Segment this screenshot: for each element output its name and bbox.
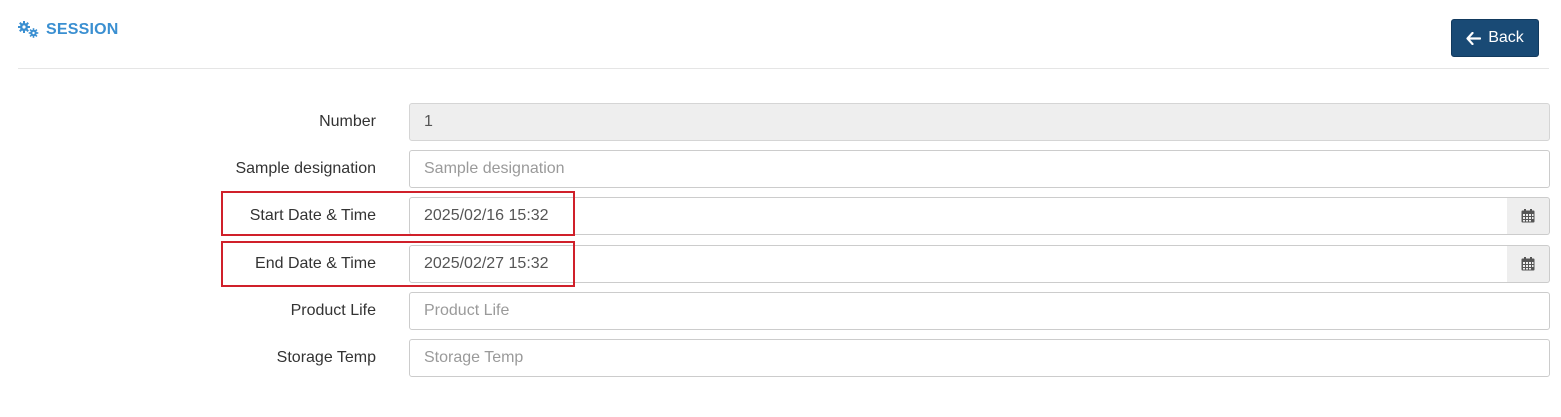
storage-temp-row: Storage Temp [0,339,1561,377]
number-label: Number [319,113,376,130]
sample-designation-label: Sample designation [235,160,376,177]
page-header: SESSION Back [18,0,1549,69]
arrow-left-icon [1466,31,1482,45]
start-datetime-input[interactable] [409,197,1508,235]
number-field [409,103,1550,141]
product-life-row: Product Life [0,292,1561,330]
product-life-label: Product Life [290,302,376,319]
start-datetime-calendar-button[interactable] [1507,197,1550,235]
end-datetime-input[interactable] [409,245,1508,283]
start-datetime-row: Start Date & Time [0,197,1561,235]
end-datetime-label: End Date & Time [255,255,376,272]
page-title-text: SESSION [46,21,119,38]
calendar-icon [1521,257,1535,271]
product-life-input[interactable] [409,292,1550,330]
end-datetime-calendar-button[interactable] [1507,245,1550,283]
calendar-icon [1521,209,1535,223]
end-datetime-row: End Date & Time [0,245,1561,283]
sample-designation-row: Sample designation [0,150,1561,188]
back-button[interactable]: Back [1451,19,1539,57]
number-row: Number [0,103,1561,141]
sample-designation-input[interactable] [409,150,1550,188]
storage-temp-label: Storage Temp [276,349,376,366]
storage-temp-input[interactable] [409,339,1550,377]
gears-icon [18,21,39,38]
page-title: SESSION [18,21,119,39]
start-datetime-label: Start Date & Time [249,207,376,224]
back-button-label: Back [1488,29,1524,46]
